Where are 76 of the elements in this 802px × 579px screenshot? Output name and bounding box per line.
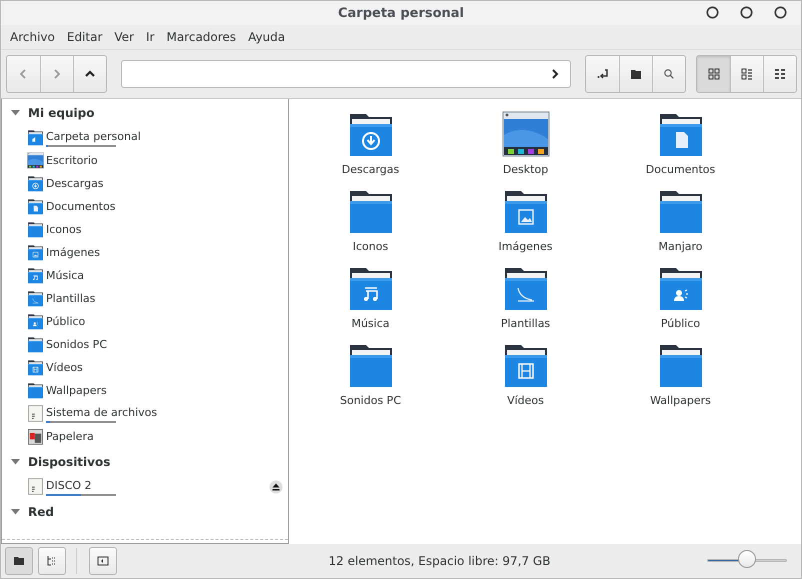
return-arrow-icon — [596, 67, 610, 81]
menu-item[interactable]: Editar — [60, 30, 108, 44]
sidebar-item[interactable]: Papelera — [46, 428, 94, 444]
desktop-icon — [27, 152, 44, 169]
section-heading: Dispositivos — [28, 454, 110, 468]
folder-icon — [27, 175, 44, 192]
window-control-button[interactable] — [706, 6, 719, 19]
sidebar-item[interactable]: Descargas — [46, 176, 104, 192]
file-label[interactable]: Iconos — [352, 240, 388, 253]
expander-down-icon[interactable] — [11, 457, 20, 466]
sidebar-item[interactable]: Escritorio — [46, 152, 98, 168]
sidebar-toggle-icon — [96, 554, 110, 568]
folder-icon — [27, 221, 44, 238]
search-icon — [662, 67, 676, 81]
menu-item[interactable]: Marcadores — [160, 30, 242, 44]
expander-down-icon[interactable] — [11, 507, 20, 516]
menu-item[interactable]: Ayuda — [242, 30, 292, 44]
file-label[interactable]: Imágenes — [498, 240, 552, 253]
view-mode-button[interactable] — [697, 56, 730, 92]
sidebar-item[interactable]: Iconos — [46, 222, 82, 238]
location-field[interactable] — [121, 60, 571, 88]
compact-view-icon — [740, 67, 754, 81]
file-label[interactable]: Wallpapers — [650, 394, 711, 407]
sidebar-item[interactable]: Público — [46, 314, 86, 330]
drive-icon — [27, 405, 44, 422]
menu-item[interactable]: Ver — [108, 30, 140, 44]
sidebar-item[interactable]: Carpeta personal — [46, 128, 141, 144]
folder-icon — [629, 67, 643, 81]
window-control-button[interactable] — [740, 6, 753, 19]
desktop-icon[interactable] — [502, 110, 550, 158]
chevron-right-icon — [550, 68, 560, 80]
folder-icon — [27, 198, 44, 215]
status-text: 12 elementos, Espacio libre: 97,7 GB — [328, 554, 552, 568]
window-control-button[interactable] — [774, 6, 787, 19]
folder-icon — [27, 244, 44, 261]
sidebar-item[interactable]: Vídeos — [46, 360, 83, 376]
folder-icon — [12, 554, 26, 568]
places-button[interactable] — [5, 547, 33, 575]
trash-icon — [27, 428, 44, 445]
file-label[interactable]: Descargas — [342, 163, 400, 176]
toggle-sidebar-button[interactable] — [89, 547, 117, 575]
home-folder-icon — [27, 129, 44, 146]
file-label[interactable]: Plantillas — [500, 317, 550, 330]
folder-icon — [27, 290, 44, 307]
sidebar-item[interactable]: Wallpapers — [46, 382, 107, 398]
eject-icon[interactable] — [269, 480, 283, 494]
folder-icon — [27, 267, 44, 284]
sidebar-item[interactable]: Sonidos PC — [46, 336, 107, 352]
file-label[interactable]: Desktop — [502, 163, 548, 176]
file-label[interactable]: Música — [351, 317, 390, 330]
sidebar-item[interactable]: Sistema de archivos — [46, 404, 158, 420]
grid-view-icon — [706, 67, 720, 81]
section-heading: Mi equipo — [28, 106, 94, 120]
file-label[interactable]: Documentos — [646, 163, 716, 176]
file-label[interactable]: Vídeos — [507, 394, 544, 407]
file-label[interactable]: Sonidos PC — [340, 394, 401, 407]
folder-icon — [27, 382, 44, 399]
list-view-icon — [773, 67, 787, 81]
slider-handle[interactable] — [738, 550, 756, 568]
tree-view-button[interactable] — [38, 547, 66, 575]
expander-down-icon[interactable] — [11, 108, 20, 117]
folder-icon — [27, 359, 44, 376]
sidebar-item[interactable]: Documentos — [46, 198, 116, 214]
drive-icon — [27, 478, 44, 495]
sidebar-item[interactable]: Imágenes — [46, 244, 100, 260]
file-label[interactable]: Público — [660, 317, 700, 330]
window-title: Carpeta personal — [338, 6, 464, 20]
file-label[interactable]: Manjaro — [658, 240, 702, 253]
folder-icon — [27, 313, 44, 330]
sidebar-item[interactable]: DISCO 2 — [46, 478, 116, 494]
folder-icon — [27, 336, 44, 353]
menu-item[interactable]: Archivo — [4, 30, 61, 44]
sidebar-item[interactable]: Plantillas — [46, 290, 96, 306]
sidebar-item[interactable]: Música — [46, 268, 84, 284]
section-heading: Red — [28, 504, 54, 518]
menu-item[interactable]: Ir — [140, 30, 160, 44]
